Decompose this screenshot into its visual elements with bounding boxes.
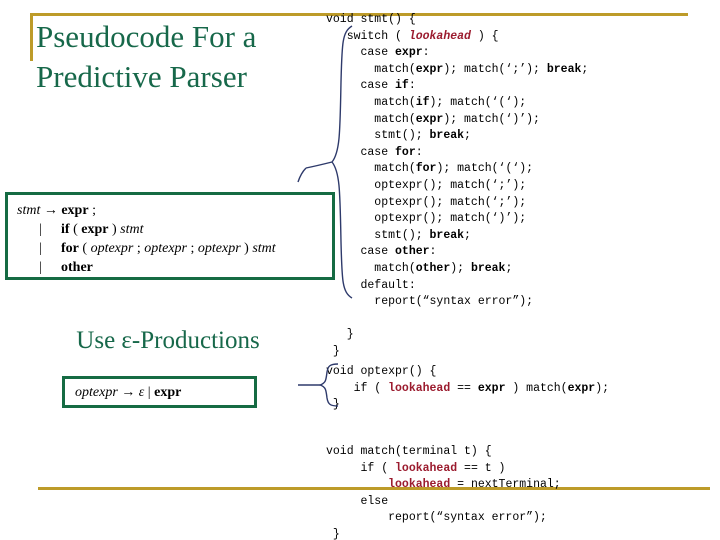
grammar-alt-2: for ( optexpr ; optexpr ; optexpr ) stmt [61,241,276,256]
grammar-alt-1: if ( expr ) stmt [61,222,144,237]
grammar-box-optexpr: optexpr → ε | expr [62,376,257,408]
eps-productions-heading: Use ε-Productions [76,327,260,354]
page-title: Pseudocode For a Predictive Parser [36,17,316,97]
grammar-alt-3: other [61,260,93,275]
switch-body-brace-icon [297,25,353,299]
grammar-lhs-stmt: stmt [17,203,41,218]
grammar-alt-bar: | [39,222,42,237]
production-line-optexpr: optexpr → ε | expr [75,385,182,400]
code-block-stmt: void stmt() { switch ( lookahead ) { cas… [326,13,589,358]
production-line: | for ( optexpr ; optexpr ; optexpr ) stm… [17,239,332,258]
gold-accent-rule-top-stub [30,13,33,61]
production-line: | other [17,258,332,277]
slide-canvas: Pseudocode For a Predictive Parser stmt … [0,0,720,540]
optexpr-body-brace-icon [298,363,339,407]
code-block-match: void match(terminal t) { if ( lookahead … [326,445,561,540]
grammar-arrow-icon: → [43,203,58,218]
grammar-alt-bar: | [39,260,42,275]
page-title-line-1: Pseudocode For a [36,19,257,54]
production-line: stmt → expr ; [17,201,332,220]
production-line: | if ( expr ) stmt [17,220,332,239]
grammar-alt-0: expr ; [61,203,96,218]
grammar-alt-bar: | [39,241,42,256]
page-title-line-2: Predictive Parser [36,59,247,94]
grammar-box-stmt: stmt → expr ; | if ( expr ) stmt | for ( o… [5,192,335,280]
code-block-optexpr: void optexpr() { if ( lookahead == expr … [326,365,610,412]
